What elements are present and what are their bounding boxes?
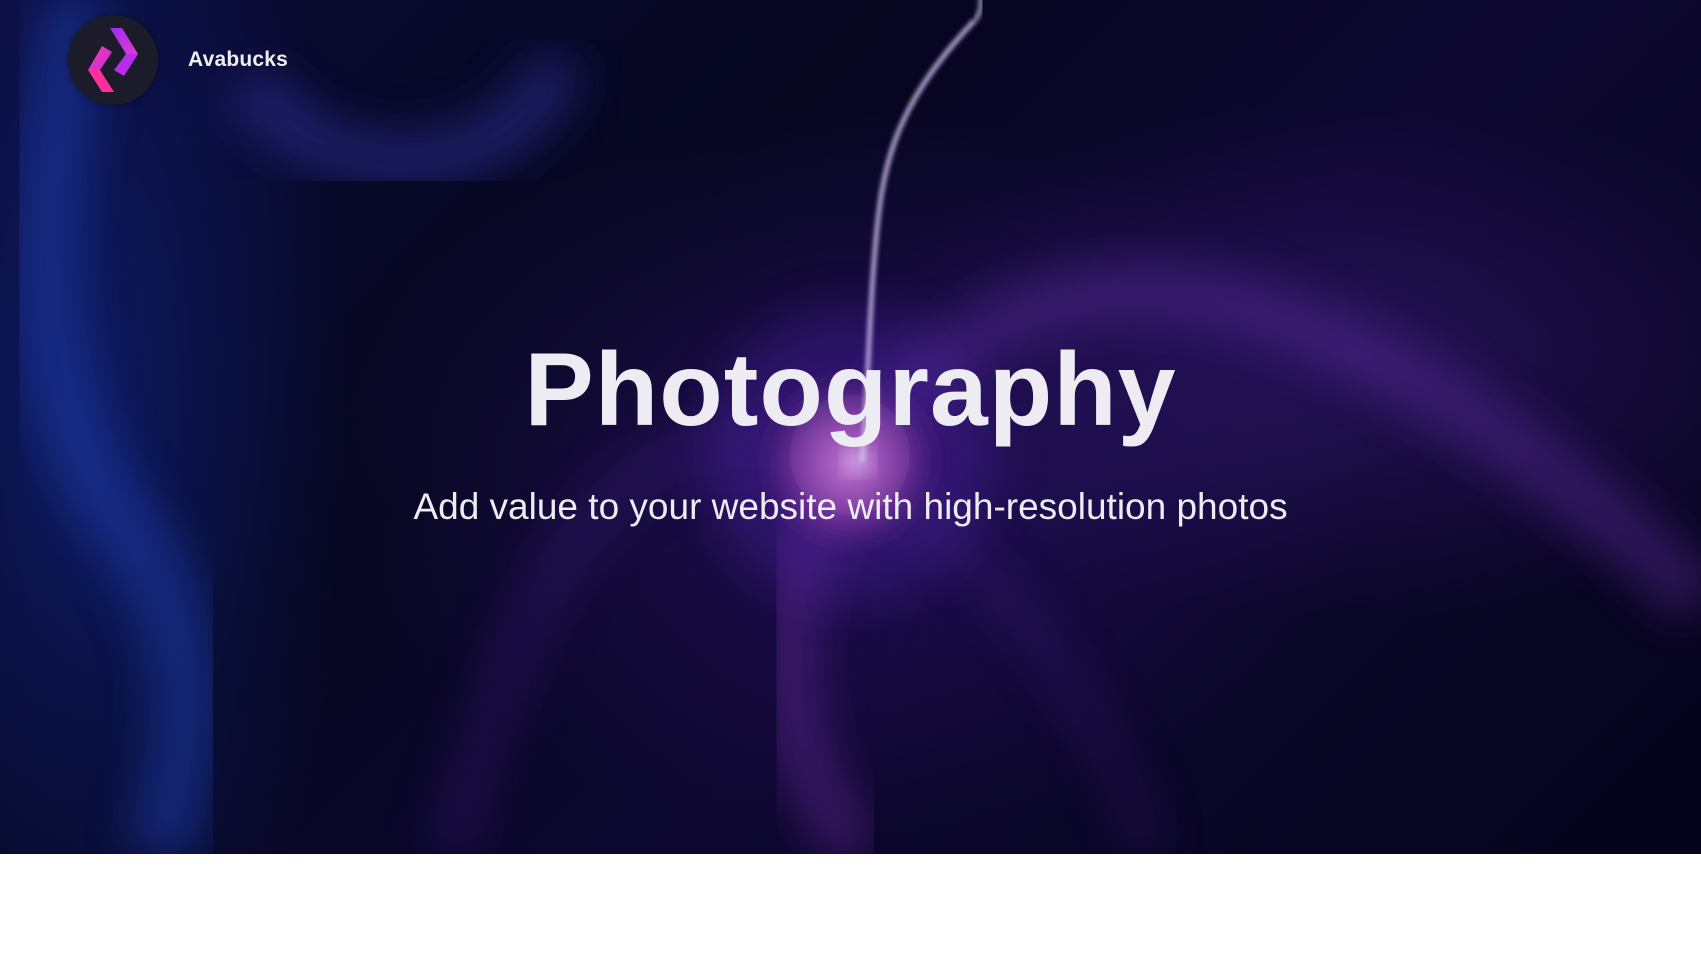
hero-subtitle: Add value to your website with high-reso… [413,486,1288,527]
site-header: Avabucks [68,15,288,105]
content-section [0,854,1701,964]
hero-section: Avabucks Photography Add value to your w… [0,0,1701,854]
avabucks-logo-icon [88,28,138,92]
brand-name[interactable]: Avabucks [188,48,288,72]
hero-title: Photography [524,332,1177,448]
home-logo-link[interactable] [68,15,158,105]
